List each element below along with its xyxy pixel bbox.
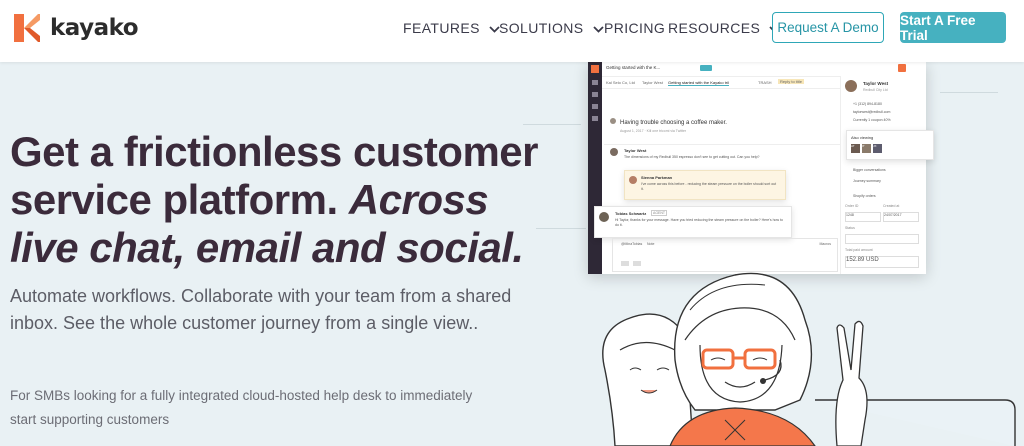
order-value: 1248 bbox=[845, 212, 881, 222]
nav-features-label: FEATURES bbox=[403, 20, 480, 36]
profile-company: Redbull City Ltd bbox=[863, 88, 888, 92]
divider bbox=[604, 144, 840, 145]
headline-line-2b: Across bbox=[348, 176, 489, 223]
reports-icon bbox=[592, 104, 598, 109]
headline-line-1: Get a frictionless customer bbox=[10, 128, 539, 175]
notification-icon bbox=[898, 64, 906, 72]
annotation-line bbox=[523, 124, 581, 141]
viewer-avatar: IT bbox=[862, 144, 871, 153]
chevron-down-icon bbox=[592, 20, 604, 36]
nav-pricing[interactable]: PRICING bbox=[604, 20, 665, 36]
agent-reply-bubble: Tobias Schwartz AGENT Hi Taylor, thanks … bbox=[594, 206, 792, 238]
nav-pricing-label: PRICING bbox=[604, 20, 666, 36]
note-bubble: Sienna Parkman I've come across this bef… bbox=[624, 170, 786, 200]
request-demo-button[interactable]: Request A Demo bbox=[772, 12, 884, 43]
hero-subtext: Automate workflows. Collaborate with you… bbox=[10, 286, 512, 333]
message-text: I've come across this before - reducing … bbox=[641, 182, 777, 191]
journey-label: Journey summary bbox=[853, 179, 881, 183]
case-title: Getting started with the K... bbox=[606, 65, 661, 70]
status-field[interactable] bbox=[845, 234, 919, 244]
app-preview-screenshot: Getting started with the K... Kal Selo C… bbox=[588, 62, 926, 274]
also-viewing-label: Also viewing bbox=[851, 135, 874, 140]
annotation-line bbox=[536, 228, 586, 245]
viewer-avatar: JX bbox=[873, 144, 882, 153]
shopify-label: Shopify orders bbox=[853, 194, 876, 198]
profile-phone: +1 (312) 894-8180 bbox=[853, 102, 882, 106]
status-label: Status bbox=[845, 226, 855, 230]
profile-name: Taylor West bbox=[863, 81, 889, 86]
kayako-logo[interactable]: kayako bbox=[14, 14, 139, 42]
nav-resources-label: RESOURCES bbox=[668, 20, 761, 36]
support-agents-illustration bbox=[602, 272, 1016, 446]
conversation-subject: Having trouble choosing a coffee maker. bbox=[620, 120, 727, 126]
app-tabs: Kal Selo Co, Ltd Taylor West Getting sta… bbox=[602, 76, 852, 89]
kayako-k-icon bbox=[591, 65, 599, 73]
avatar bbox=[845, 80, 857, 92]
tab-reply: Reply to title bbox=[778, 79, 805, 84]
nav-solutions-label: SOLUTIONS bbox=[499, 20, 584, 36]
created-value: 24/07/2017 bbox=[883, 212, 919, 222]
avatar bbox=[599, 212, 609, 222]
avatar bbox=[610, 118, 616, 124]
app-sidebar bbox=[588, 62, 602, 274]
new-badge bbox=[700, 65, 712, 71]
avatar bbox=[629, 176, 637, 184]
macros-button[interactable]: Macros bbox=[820, 242, 831, 246]
conversation-meta: August 1, 2017 · Kill one tricomi via Tw… bbox=[620, 129, 687, 133]
reply-note-tab[interactable]: Note bbox=[647, 242, 654, 246]
message-text: Hi Taylor, thanks for your message. Have… bbox=[615, 218, 783, 227]
inbox-icon bbox=[592, 80, 598, 85]
order-label: Order ID bbox=[845, 204, 859, 208]
message-author: Sienna Parkman bbox=[641, 175, 673, 180]
message-author: Tobias Schwartz bbox=[615, 211, 647, 216]
tab-company: Kal Selo Co, Ltd bbox=[606, 80, 635, 85]
settings-icon bbox=[592, 116, 598, 121]
headline-line-2a: service platform. bbox=[10, 176, 349, 223]
avatar bbox=[610, 148, 618, 156]
tab-trash: TRASH bbox=[758, 80, 772, 85]
nav-features[interactable]: FEATURES bbox=[403, 20, 500, 36]
profile-panel: Taylor West Redbull City Ltd +1 (312) 89… bbox=[840, 76, 926, 274]
created-label: Created at bbox=[883, 204, 900, 208]
tab-user: Taylor West bbox=[642, 80, 663, 85]
also-viewing-popup: Also viewing AT IT JX bbox=[846, 130, 934, 160]
conversations-label: Bigger conversations bbox=[853, 168, 886, 172]
app-topbar: Getting started with the K... bbox=[602, 62, 926, 77]
start-free-trial-button[interactable]: Start A Free Trial bbox=[900, 12, 1006, 43]
profile-extra: Currently 1 coupon 40% bbox=[853, 118, 891, 122]
viewer-avatar: AT bbox=[851, 144, 860, 153]
top-navbar: kayako FEATURES SOLUTIONS PRICING RESOUR… bbox=[0, 0, 1024, 62]
brand-name: kayako bbox=[50, 15, 139, 41]
kayako-k-icon bbox=[14, 14, 40, 42]
message-text: The dimensions of my Redbull 350 espress… bbox=[624, 155, 760, 159]
hero-headline: Get a frictionless customer service plat… bbox=[10, 128, 570, 272]
agent-badge: AGENT bbox=[651, 210, 668, 216]
headline-line-3: live chat, email and social. bbox=[10, 224, 524, 271]
message-author: Taylor West bbox=[624, 148, 647, 153]
nav-resources[interactable]: RESOURCES bbox=[668, 20, 780, 36]
tab-case: Getting started with the Kayako tril bbox=[668, 80, 729, 86]
profile-email: taylorwest@redbull.com bbox=[853, 110, 891, 114]
reply-to: @MinaTobias bbox=[621, 242, 643, 246]
nav-solutions[interactable]: SOLUTIONS bbox=[499, 20, 604, 36]
hero-note: For SMBs looking for a fully integrated … bbox=[10, 388, 473, 427]
annotation-line bbox=[940, 92, 998, 109]
users-icon bbox=[592, 92, 598, 97]
